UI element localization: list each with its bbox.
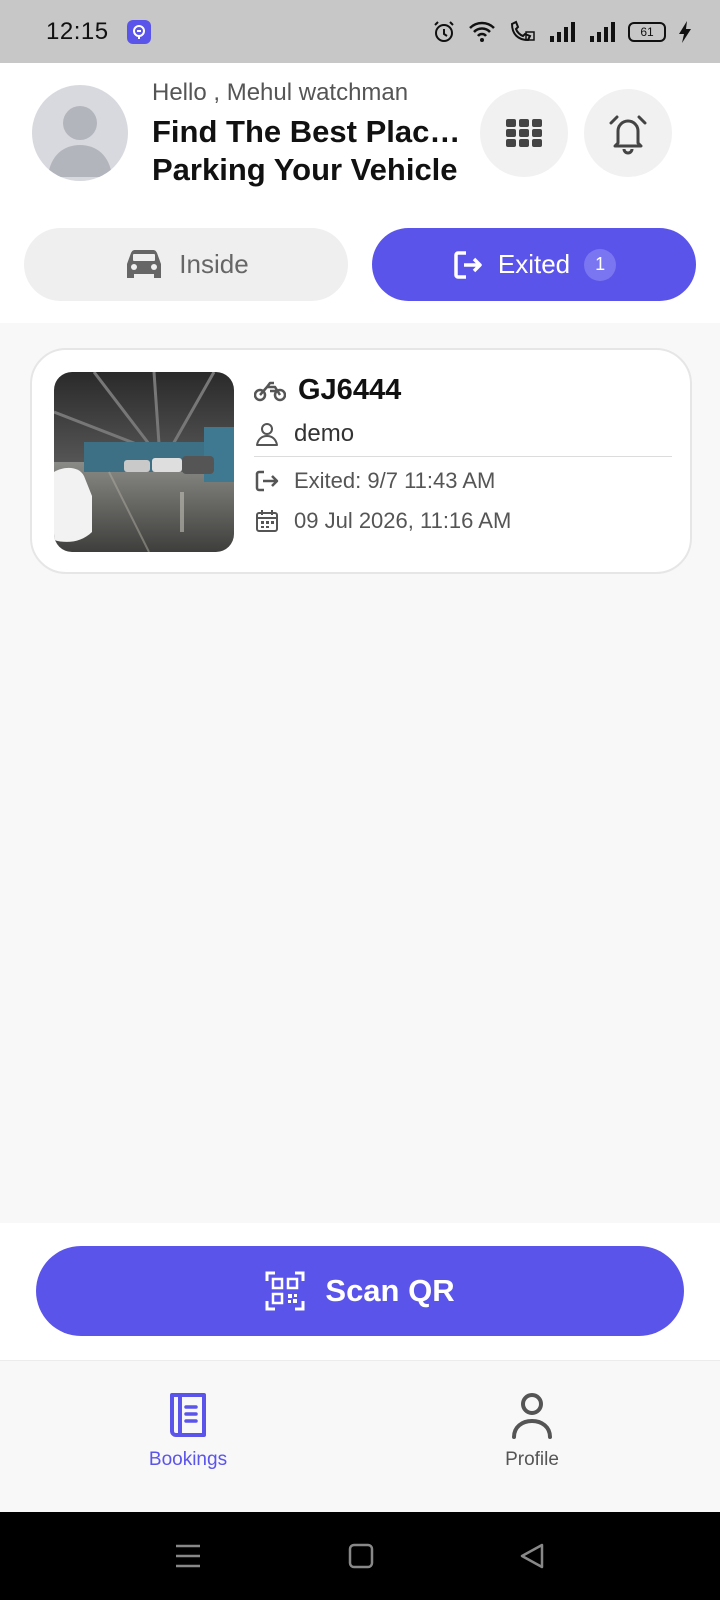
owner-name: demo [294,420,355,447]
owner-row: demo [254,420,354,448]
system-nav-bar [0,1512,720,1600]
nav-bookings[interactable]: Bookings [108,1391,268,1471]
plate-row: GJ6444 [254,374,401,407]
call-icon [510,20,535,41]
user-icon [256,423,278,446]
tab-exited-label: Exited [497,249,571,279]
calendar-icon [256,510,278,532]
card-divider [254,456,672,457]
page-title: Find The Best Place ... Parking Your Veh… [152,114,474,187]
scan-qr-button[interactable]: Scan QR [36,1246,684,1336]
qr-scan-icon [265,1271,305,1311]
status-bar: 12:15 61 [0,0,720,63]
tab-inside-label: Inside [179,249,249,279]
battery-icon: 61 [628,21,666,42]
signal-icon [550,21,575,42]
alarm-bell-icon [609,115,647,155]
booking-card[interactable]: GJ6444 demo Exited: 9/7 11:43 AM 09 Jul … [30,348,692,574]
vehicle-photo [54,372,234,552]
alarm-icon [434,20,454,42]
motorcycle-icon [254,381,286,401]
avatar[interactable] [32,85,128,181]
exit-icon [454,250,482,279]
nav-profile-label: Profile [505,1449,559,1470]
header: Hello , Mehul watchman Find The Best Pla… [0,63,720,203]
wifi-icon [469,21,495,42]
nav-bookings-label: Bookings [148,1449,228,1470]
avatar-placeholder-icon [48,106,112,177]
back-icon[interactable] [518,1542,546,1570]
exit-time-row: Exited: 9/7 11:43 AM [254,468,495,494]
exit-small-icon [255,470,279,492]
greeting-text: Hello , Mehul watchman [152,79,409,106]
booking-date: 09 Jul 2026, 11:16 AM [294,508,512,533]
signal-icon-2 [590,21,615,42]
profile-icon [512,1393,552,1439]
bottom-nav: Bookings Profile [0,1360,720,1512]
date-row: 09 Jul 2026, 11:16 AM [254,508,511,534]
tab-bar: Inside Exited 1 [0,203,720,323]
exit-time: Exited: 9/7 11:43 AM [294,468,496,493]
vehicle-plate: GJ6444 [298,374,402,406]
apps-grid-button[interactable] [480,89,568,177]
exited-count-badge: 1 [584,248,617,281]
nav-profile[interactable]: Profile [452,1391,612,1471]
tab-exited[interactable]: Exited 1 [372,228,696,301]
charging-icon [679,20,691,43]
bookings-icon [170,1393,206,1437]
scan-qr-label: Scan QR [325,1273,455,1308]
menu-icon[interactable] [174,1542,202,1570]
grid-icon [506,119,542,147]
notifications-button[interactable] [584,89,672,177]
tab-inside[interactable]: Inside [24,228,348,301]
app-notification-icon [126,19,151,44]
status-time: 12:15 [46,17,109,45]
home-icon[interactable] [348,1542,374,1570]
car-icon [127,249,162,278]
